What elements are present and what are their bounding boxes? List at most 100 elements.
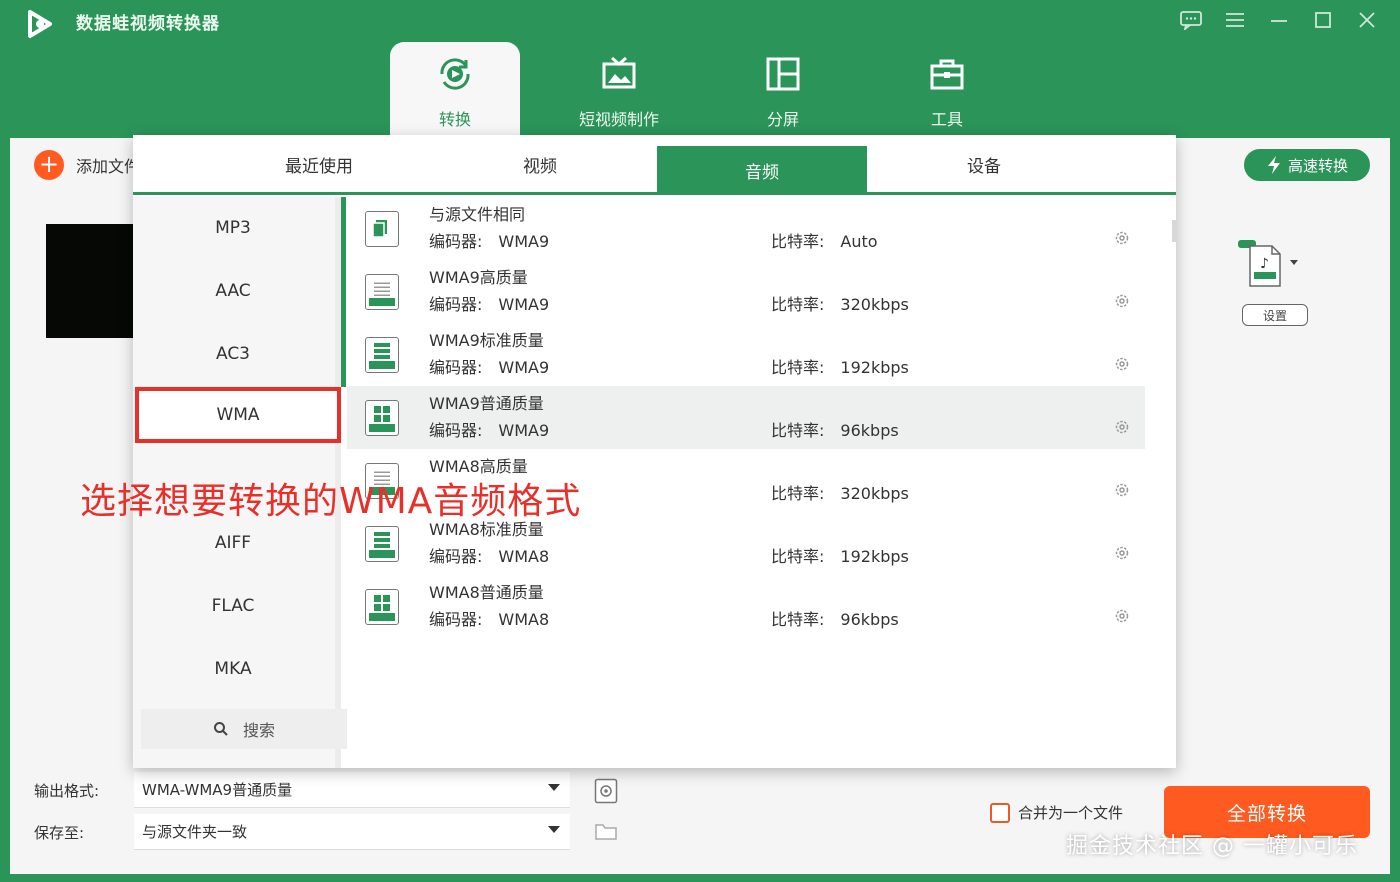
settings-button[interactable]: 设置 bbox=[1242, 304, 1308, 326]
merge-label: 合并为一个文件 bbox=[1018, 804, 1124, 822]
preset-codec: 编码器: WMA8 bbox=[429, 610, 550, 629]
format-settings-icon[interactable] bbox=[594, 778, 618, 804]
audio-file-icon bbox=[365, 337, 399, 373]
title-bar: 数据蛙视频转换器 转换 短视频制作 分屏 工具 bbox=[0, 0, 1400, 138]
tab-tools[interactable]: 工具 bbox=[882, 42, 1012, 138]
preset-row[interactable]: WMA8普通质量 编码器: WMA8 比特率: 96kbps bbox=[347, 575, 1145, 638]
tab-audio[interactable]: 音频 bbox=[657, 146, 867, 194]
audio-file-icon bbox=[365, 589, 399, 625]
tab-convert[interactable]: 转换 bbox=[390, 42, 520, 138]
fast-convert-button[interactable]: 高速转换 bbox=[1244, 149, 1370, 181]
maximize-icon[interactable] bbox=[1308, 6, 1338, 34]
tv-icon bbox=[599, 54, 639, 94]
window-controls bbox=[1176, 6, 1382, 34]
main-nav: 转换 短视频制作 分屏 工具 bbox=[390, 42, 1046, 138]
preset-bitrate: 比特率: 192kbps bbox=[771, 547, 909, 566]
tab-tools-label: 工具 bbox=[930, 110, 963, 129]
app-title: 数据蛙视频转换器 bbox=[76, 14, 220, 34]
output-format-icon[interactable]: ♪ bbox=[1238, 238, 1298, 288]
preset-name: 与源文件相同 bbox=[429, 205, 526, 224]
output-format-value: WMA-WMA9普通质量 bbox=[142, 781, 293, 799]
tab-video[interactable]: 视频 bbox=[435, 135, 645, 193]
merge-option[interactable]: 合并为一个文件 bbox=[990, 802, 1123, 823]
format-search-button[interactable]: 搜索 bbox=[141, 709, 347, 749]
feedback-icon[interactable] bbox=[1176, 6, 1206, 34]
toolbox-icon bbox=[927, 54, 967, 94]
lightning-icon bbox=[1267, 156, 1280, 174]
search-label: 搜索 bbox=[242, 721, 275, 740]
tab-device[interactable]: 设备 bbox=[879, 135, 1089, 193]
preset-bitrate: 比特率: 96kbps bbox=[771, 421, 899, 440]
format-item-mp3[interactable]: MP3 bbox=[133, 200, 333, 256]
preset-name: WMA9高质量 bbox=[429, 268, 528, 287]
preset-codec: 编码器: WMA9 bbox=[429, 295, 550, 314]
add-file-label: 添加文件 bbox=[76, 157, 141, 176]
search-icon bbox=[213, 722, 228, 736]
save-to-label: 保存至: bbox=[34, 824, 85, 842]
tab-convert-label: 转换 bbox=[438, 110, 471, 129]
format-item-wma[interactable]: WMA bbox=[135, 387, 341, 443]
annotation-text: 选择想要转换的WMA音频格式 bbox=[80, 481, 582, 522]
add-file-button[interactable]: + 添加文件 bbox=[34, 150, 140, 180]
convert-icon bbox=[435, 54, 475, 94]
svg-text:♪: ♪ bbox=[1260, 256, 1269, 272]
gear-icon[interactable] bbox=[1113, 418, 1131, 436]
gear-icon[interactable] bbox=[1113, 544, 1131, 562]
format-item-ac3[interactable]: AC3 bbox=[133, 326, 333, 382]
output-format-label: 输出格式: bbox=[34, 782, 100, 800]
gear-icon[interactable] bbox=[1113, 481, 1131, 499]
scrollbar[interactable] bbox=[1172, 220, 1176, 242]
format-category-tabs: 最近使用 视频 音频 设备 bbox=[133, 135, 1176, 195]
output-format-select[interactable]: WMA-WMA9普通质量 bbox=[134, 772, 570, 808]
tab-short-video-label: 短视频制作 bbox=[578, 110, 659, 129]
preset-bitrate: 比特率: 320kbps bbox=[771, 484, 909, 503]
folder-icon[interactable] bbox=[594, 820, 618, 844]
format-item-aac[interactable]: AAC bbox=[133, 263, 333, 319]
save-to-value: 与源文件夹一致 bbox=[142, 823, 248, 841]
file-copy-icon bbox=[365, 211, 399, 247]
preset-bitrate: 比特率: 96kbps bbox=[771, 610, 899, 629]
close-icon[interactable] bbox=[1352, 6, 1382, 34]
preset-codec: 编码器: WMA9 bbox=[429, 358, 550, 377]
fast-convert-label: 高速转换 bbox=[1287, 156, 1348, 175]
chevron-down-icon bbox=[548, 784, 560, 791]
audio-file-icon bbox=[365, 274, 399, 310]
preset-row[interactable]: WMA9高质量 编码器: WMA9 比特率: 320kbps bbox=[347, 260, 1145, 323]
gear-icon[interactable] bbox=[1113, 607, 1131, 625]
menu-icon[interactable] bbox=[1220, 6, 1250, 34]
preset-codec: 编码器: WMA9 bbox=[429, 421, 550, 440]
preset-bitrate: 比特率: Auto bbox=[771, 232, 878, 251]
preset-name: WMA9普通质量 bbox=[429, 394, 544, 413]
list-divider bbox=[341, 197, 346, 387]
preset-name: WMA9标准质量 bbox=[429, 331, 544, 350]
tab-recent[interactable]: 最近使用 bbox=[215, 135, 423, 193]
tab-split-screen[interactable]: 分屏 bbox=[718, 42, 848, 138]
audio-file-icon bbox=[365, 526, 399, 562]
save-to-select[interactable]: 与源文件夹一致 bbox=[134, 814, 570, 850]
merge-checkbox[interactable] bbox=[990, 802, 1010, 823]
tab-split-screen-label: 分屏 bbox=[766, 110, 799, 129]
preset-codec: 编码器: WMA9 bbox=[429, 232, 550, 251]
video-thumbnail[interactable] bbox=[46, 224, 146, 338]
split-screen-icon bbox=[763, 54, 803, 94]
format-item-flac[interactable]: FLAC bbox=[133, 578, 333, 634]
preset-row[interactable]: WMA9标准质量 编码器: WMA9 比特率: 192kbps bbox=[347, 323, 1145, 386]
watermark: 掘金技术社区 @ 一罐小可乐 bbox=[1066, 834, 1358, 859]
preset-row-selected[interactable]: WMA9普通质量 编码器: WMA9 比特率: 96kbps bbox=[347, 386, 1145, 449]
add-icon: + bbox=[34, 150, 64, 180]
app-logo-icon bbox=[28, 10, 52, 38]
preset-bitrate: 比特率: 192kbps bbox=[771, 358, 909, 377]
preset-bitrate: 比特率: 320kbps bbox=[771, 295, 909, 314]
gear-icon[interactable] bbox=[1113, 355, 1131, 373]
tab-short-video[interactable]: 短视频制作 bbox=[554, 42, 684, 138]
preset-codec: 编码器: WMA8 bbox=[429, 547, 550, 566]
preset-row[interactable]: 与源文件相同 编码器: WMA9 比特率: Auto bbox=[347, 197, 1145, 260]
format-popup: 最近使用 视频 音频 设备 MP3 AAC AC3 WMA AIFF FLAC … bbox=[133, 135, 1176, 768]
audio-file-icon bbox=[365, 400, 399, 436]
chevron-down-icon bbox=[548, 826, 560, 833]
gear-icon[interactable] bbox=[1113, 229, 1131, 247]
gear-icon[interactable] bbox=[1113, 292, 1131, 310]
minimize-icon[interactable] bbox=[1264, 6, 1294, 34]
preset-name: WMA8普通质量 bbox=[429, 583, 544, 602]
format-item-mka[interactable]: MKA bbox=[133, 641, 333, 697]
